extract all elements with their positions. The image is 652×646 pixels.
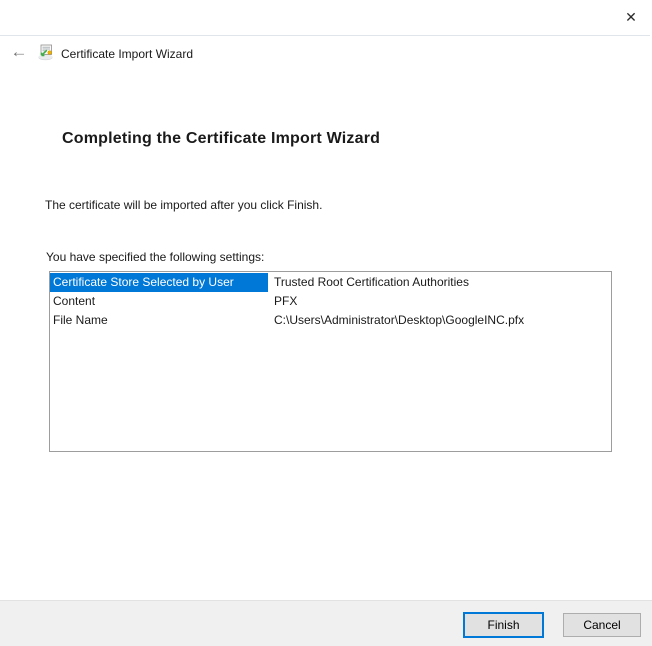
setting-name-cell: Certificate Store Selected by User xyxy=(50,273,268,292)
titlebar-divider xyxy=(0,35,650,36)
back-button[interactable]: ← xyxy=(6,42,32,62)
certificate-wizard-icon xyxy=(37,44,54,61)
window-title: Certificate Import Wizard xyxy=(61,47,194,61)
close-icon[interactable]: ✕ xyxy=(616,4,646,30)
settings-row-content[interactable]: Content PFX xyxy=(50,292,611,311)
finish-button[interactable]: Finish xyxy=(463,612,544,638)
setting-name-cell: File Name xyxy=(53,313,108,327)
cancel-button[interactable]: Cancel xyxy=(563,613,641,637)
setting-value-cell: Trusted Root Certification Authorities xyxy=(274,275,469,289)
setting-value-cell: PFX xyxy=(274,294,298,308)
settings-row-file-name[interactable]: File Name C:\Users\Administrator\Desktop… xyxy=(50,311,611,330)
setting-name-cell: Content xyxy=(53,294,96,308)
setting-value-cell: C:\Users\Administrator\Desktop\GoogleINC… xyxy=(274,313,525,327)
settings-label: You have specified the following setting… xyxy=(46,250,265,264)
settings-row-certificate-store[interactable]: Certificate Store Selected by User Trust… xyxy=(50,273,611,292)
settings-listbox[interactable]: Certificate Store Selected by User Trust… xyxy=(49,271,612,452)
description-text: The certificate will be imported after y… xyxy=(45,198,323,212)
certificate-import-wizard-dialog: ✕ ← Certificate Import Wizard Completing… xyxy=(0,0,652,646)
footer-bar xyxy=(0,600,652,646)
page-heading: Completing the Certificate Import Wizard xyxy=(62,130,381,147)
